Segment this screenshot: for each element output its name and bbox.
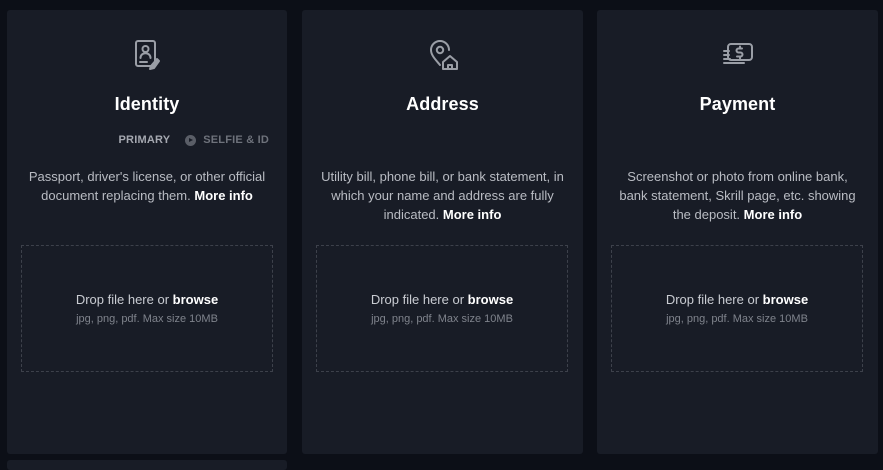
drop-prefix: Drop file here or — [75, 292, 173, 307]
card-description: Utility bill, phone bill, or bank statem… — [320, 167, 565, 224]
file-hint: jpg, png, pdf. Max size 10MB — [666, 313, 808, 325]
tab-selfie-id[interactable]: SELFIE & ID — [170, 134, 269, 146]
file-drop-zone[interactable]: Drop file here or browse jpg, png, pdf. … — [21, 245, 273, 372]
identity-card: Identity PRIMARY SELFIE & ID Passport, d… — [7, 10, 287, 454]
drop-instructions: Drop file here or browse — [317, 292, 567, 307]
card-description: Screenshot or photo from online bank, ba… — [615, 167, 860, 224]
address-card: Address Utility bill, phone bill, or ban… — [302, 10, 583, 454]
tab-primary[interactable]: PRIMARY — [119, 134, 171, 146]
verification-cards: Identity PRIMARY SELFIE & ID Passport, d… — [0, 0, 883, 470]
id-card-icon — [130, 38, 164, 72]
drop-instructions: Drop file here or browse — [22, 292, 272, 307]
more-info-link[interactable]: More info — [194, 188, 253, 203]
card-title: Identity — [114, 94, 180, 114]
next-card-edge — [7, 460, 287, 470]
drop-prefix: Drop file here or — [665, 292, 763, 307]
file-hint: jpg, png, pdf. Max size 10MB — [76, 313, 218, 325]
drop-prefix: Drop file here or — [370, 292, 468, 307]
card-title: Payment — [699, 94, 776, 114]
location-home-icon — [426, 38, 460, 72]
more-info-link[interactable]: More info — [744, 207, 803, 222]
card-description: Passport, driver's license, or other off… — [25, 167, 269, 205]
browse-link[interactable]: browse — [173, 292, 219, 307]
file-drop-zone[interactable]: Drop file here or browse jpg, png, pdf. … — [316, 245, 568, 372]
file-drop-zone[interactable]: Drop file here or browse jpg, png, pdf. … — [611, 245, 863, 372]
payment-card: Payment Screenshot or photo from online … — [597, 10, 878, 454]
play-circle-icon — [185, 134, 197, 146]
drop-instructions: Drop file here or browse — [612, 292, 862, 307]
more-info-link[interactable]: More info — [443, 207, 502, 222]
file-hint: jpg, png, pdf. Max size 10MB — [371, 313, 513, 325]
tab-selfie-id-label: SELFIE & ID — [203, 134, 269, 146]
description-text: Screenshot or photo from online bank, ba… — [619, 169, 856, 222]
browse-link[interactable]: browse — [468, 292, 514, 307]
identity-subtabs: PRIMARY SELFIE & ID — [119, 132, 269, 148]
card-title: Address — [406, 94, 479, 114]
browse-link[interactable]: browse — [763, 292, 809, 307]
payment-icon — [721, 38, 755, 72]
